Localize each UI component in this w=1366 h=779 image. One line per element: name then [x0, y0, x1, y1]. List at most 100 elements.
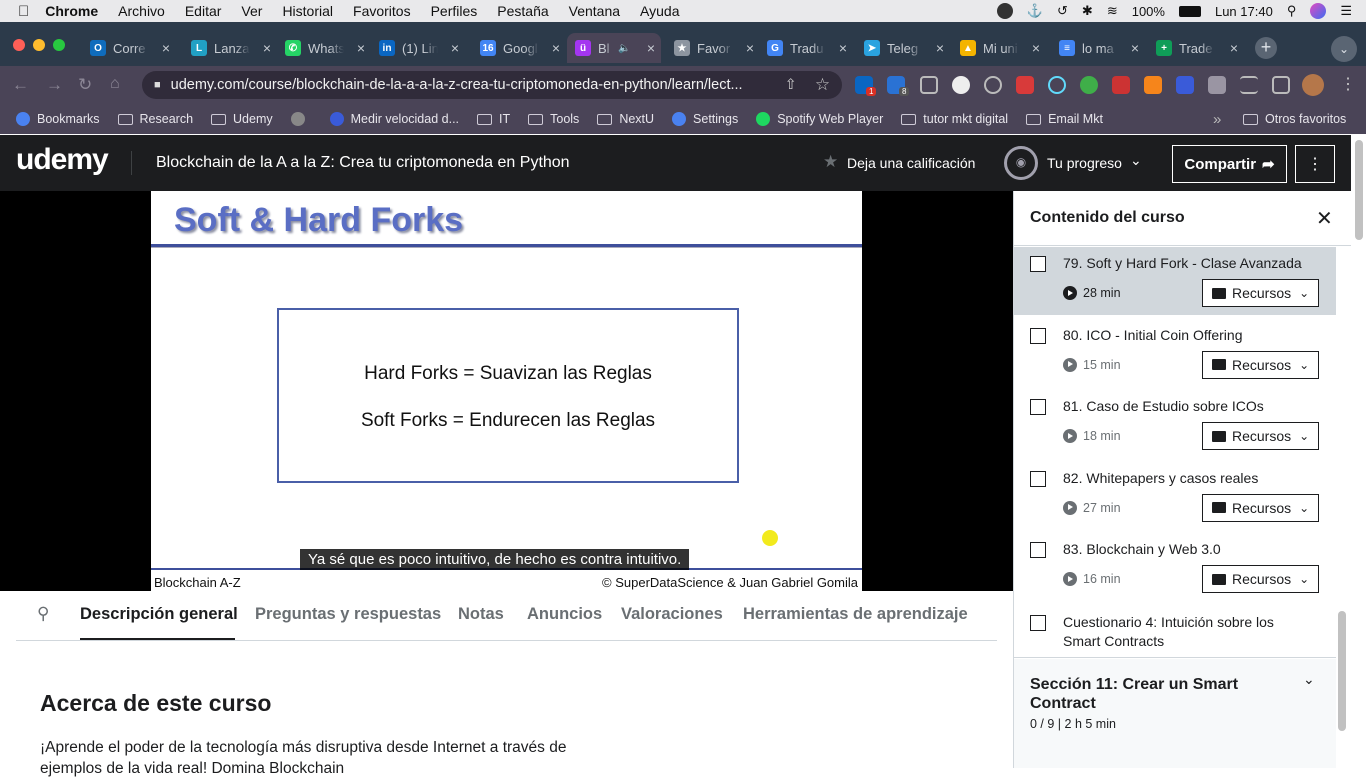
- tab-5[interactable]: ü Bl 🔈 ×: [567, 33, 661, 63]
- time-machine-icon[interactable]: ↺: [1057, 3, 1068, 19]
- share-button[interactable]: Compartir ➦: [1172, 145, 1287, 183]
- h-extension-icon[interactable]: [952, 76, 970, 94]
- tab-2[interactable]: ✆ Whats ×: [277, 33, 371, 63]
- apple-icon[interactable]: : [18, 3, 29, 20]
- tab-descripcion-general[interactable]: Descripción general: [80, 605, 238, 624]
- tab-close-icon[interactable]: ×: [839, 40, 847, 56]
- lesson-checkbox[interactable]: [1030, 256, 1046, 272]
- tab-notas[interactable]: Notas: [458, 605, 504, 624]
- chrome-menu-icon[interactable]: ⋮: [1340, 74, 1356, 94]
- puzzle-extension-icon[interactable]: [1208, 76, 1226, 94]
- bookmark-9[interactable]: Spotify Web Player: [756, 112, 883, 126]
- circle-extension-icon[interactable]: [984, 76, 1002, 94]
- lesson-checkbox[interactable]: [1030, 470, 1046, 487]
- home-icon[interactable]: ⌂: [110, 75, 120, 93]
- lesson-checkbox[interactable]: [1030, 327, 1046, 344]
- window-zoom-button[interactable]: [53, 39, 65, 51]
- tab-7[interactable]: G Tradu ×: [759, 33, 853, 63]
- frog-extension-icon[interactable]: [1080, 76, 1098, 94]
- blue-extension-icon[interactable]: [1176, 76, 1194, 94]
- mk-status-icon[interactable]: [996, 3, 1013, 19]
- bookmark-0[interactable]: Bookmarks: [16, 112, 100, 126]
- tab-close-icon[interactable]: ×: [263, 40, 271, 56]
- lesson-item[interactable]: 79. Soft y Hard Fork - Clase Avanzada 28 …: [1014, 247, 1336, 318]
- lock-icon[interactable]: ■: [154, 79, 161, 91]
- resources-dropdown[interactable]: Recursos ⌄: [1202, 565, 1319, 593]
- menu-historial[interactable]: Historial: [282, 3, 333, 19]
- course-title[interactable]: Blockchain de la A a la Z: Crea tu cript…: [156, 154, 570, 172]
- bookmark-star-icon[interactable]: ☆: [815, 75, 830, 95]
- react-extension-icon[interactable]: [1048, 76, 1066, 94]
- window-close-button[interactable]: [13, 39, 25, 51]
- tab-1[interactable]: L Lanza ×: [183, 33, 277, 63]
- back-arrow-icon[interactable]: ←: [12, 75, 29, 95]
- bookmark-11[interactable]: Email Mkt: [1026, 112, 1103, 126]
- speaker-icon[interactable]: 🔈: [618, 43, 630, 54]
- menu-ventana[interactable]: Ventana: [569, 3, 620, 19]
- tab-11[interactable]: + Trade ×: [1148, 33, 1244, 63]
- tab-8[interactable]: ➤ Teleg ×: [856, 33, 950, 63]
- tab-close-icon[interactable]: ×: [936, 40, 944, 56]
- window-minimize-button[interactable]: [33, 39, 45, 51]
- red-extension-icon[interactable]: [1016, 76, 1034, 94]
- tab-close-icon[interactable]: ×: [647, 40, 655, 56]
- tab-herramientas[interactable]: Herramientas de aprendizaje: [743, 605, 968, 624]
- search-icon[interactable]: ⚲: [37, 604, 49, 624]
- bookmark-4[interactable]: Medir velocidad d...: [329, 112, 459, 126]
- bookmark-6[interactable]: Tools: [528, 112, 579, 126]
- spotlight-search-icon[interactable]: ⚲: [1287, 3, 1297, 19]
- siri-icon[interactable]: [1310, 3, 1327, 19]
- docker-icon[interactable]: ⚓: [1027, 3, 1043, 19]
- resources-dropdown[interactable]: Recursos ⌄: [1202, 350, 1319, 379]
- resources-dropdown[interactable]: Recursos ⌄: [1202, 279, 1319, 307]
- tab-10[interactable]: ≡ lo ma ×: [1051, 33, 1145, 63]
- tab-valoraciones[interactable]: Valoraciones: [621, 605, 723, 624]
- bookmark-3[interactable]: [290, 112, 312, 126]
- tab-close-icon[interactable]: ×: [1230, 40, 1238, 56]
- tab-preguntas-respuestas[interactable]: Preguntas y respuestas: [255, 605, 441, 624]
- tab-close-icon[interactable]: ×: [1032, 40, 1040, 56]
- grid-extension-icon[interactable]: [920, 76, 938, 94]
- reload-icon[interactable]: ↻: [78, 75, 92, 95]
- address-url[interactable]: udemy.com/course/blockchain-de-la-a-a-la…: [171, 77, 771, 93]
- share-icon[interactable]: ⇧: [785, 77, 797, 93]
- lesson-item[interactable]: 82. Whitepapers y casos reales 27 min Recu…: [1014, 462, 1336, 533]
- lesson-checkbox[interactable]: [1030, 542, 1046, 558]
- tab-close-icon[interactable]: ×: [552, 40, 560, 56]
- tab-close-icon[interactable]: ×: [1131, 40, 1139, 56]
- resources-dropdown[interactable]: Recursos ⌄: [1202, 422, 1319, 450]
- other-bookmarks[interactable]: Otros favoritos: [1243, 112, 1346, 126]
- sidebar-scrollbar[interactable]: [1338, 611, 1346, 731]
- bookmark-5[interactable]: IT: [477, 112, 510, 126]
- bookmark-7[interactable]: NextU: [597, 112, 654, 126]
- bookmark-8[interactable]: Settings: [672, 112, 738, 126]
- battery-icon[interactable]: [1178, 5, 1201, 17]
- rate-course-button[interactable]: Deja una calificación: [847, 155, 975, 171]
- profile-avatar[interactable]: [1302, 74, 1324, 96]
- menu-perfiles[interactable]: Perfiles: [431, 3, 478, 19]
- bookmarks-overflow-button[interactable]: »: [1213, 111, 1221, 128]
- lesson-item[interactable]: 80. ICO - Initial Coin Offering 15 min Rec…: [1014, 319, 1336, 390]
- menu-app-name[interactable]: Chrome: [45, 3, 98, 19]
- lesson-item[interactable]: 81. Caso de Estudio sobre ICOs 18 min Recu…: [1014, 390, 1336, 461]
- tab-4[interactable]: 16 Googl ×: [472, 33, 566, 63]
- bug-extension-icon[interactable]: [1112, 76, 1130, 94]
- tab-close-icon[interactable]: ×: [746, 40, 754, 56]
- side-panel-icon[interactable]: [1272, 76, 1290, 94]
- address-bar[interactable]: ■ udemy.com/course/blockchain-de-la-a-a-…: [142, 71, 842, 99]
- quiz-item[interactable]: Cuestionario 4: Intuición sobre los Smar…: [1014, 605, 1336, 658]
- more-options-button[interactable]: ⋮: [1295, 145, 1335, 183]
- forward-arrow-icon[interactable]: →: [46, 75, 63, 95]
- media-control-icon[interactable]: [1240, 76, 1258, 94]
- page-scrollbar[interactable]: [1355, 140, 1363, 240]
- menu-archivo[interactable]: Archivo: [118, 3, 165, 19]
- wifi-icon[interactable]: ≋: [1107, 3, 1118, 19]
- menu-favoritos[interactable]: Favoritos: [353, 3, 411, 19]
- menu-ver[interactable]: Ver: [241, 3, 262, 19]
- tab-close-icon[interactable]: ×: [357, 40, 365, 56]
- tab-close-icon[interactable]: ×: [451, 40, 459, 56]
- new-tab-button[interactable]: +: [1255, 37, 1277, 59]
- bookmark-10[interactable]: tutor mkt digital: [901, 112, 1008, 126]
- tab-search-button[interactable]: ⌄: [1331, 36, 1357, 62]
- metamask-extension-icon[interactable]: [1144, 76, 1162, 94]
